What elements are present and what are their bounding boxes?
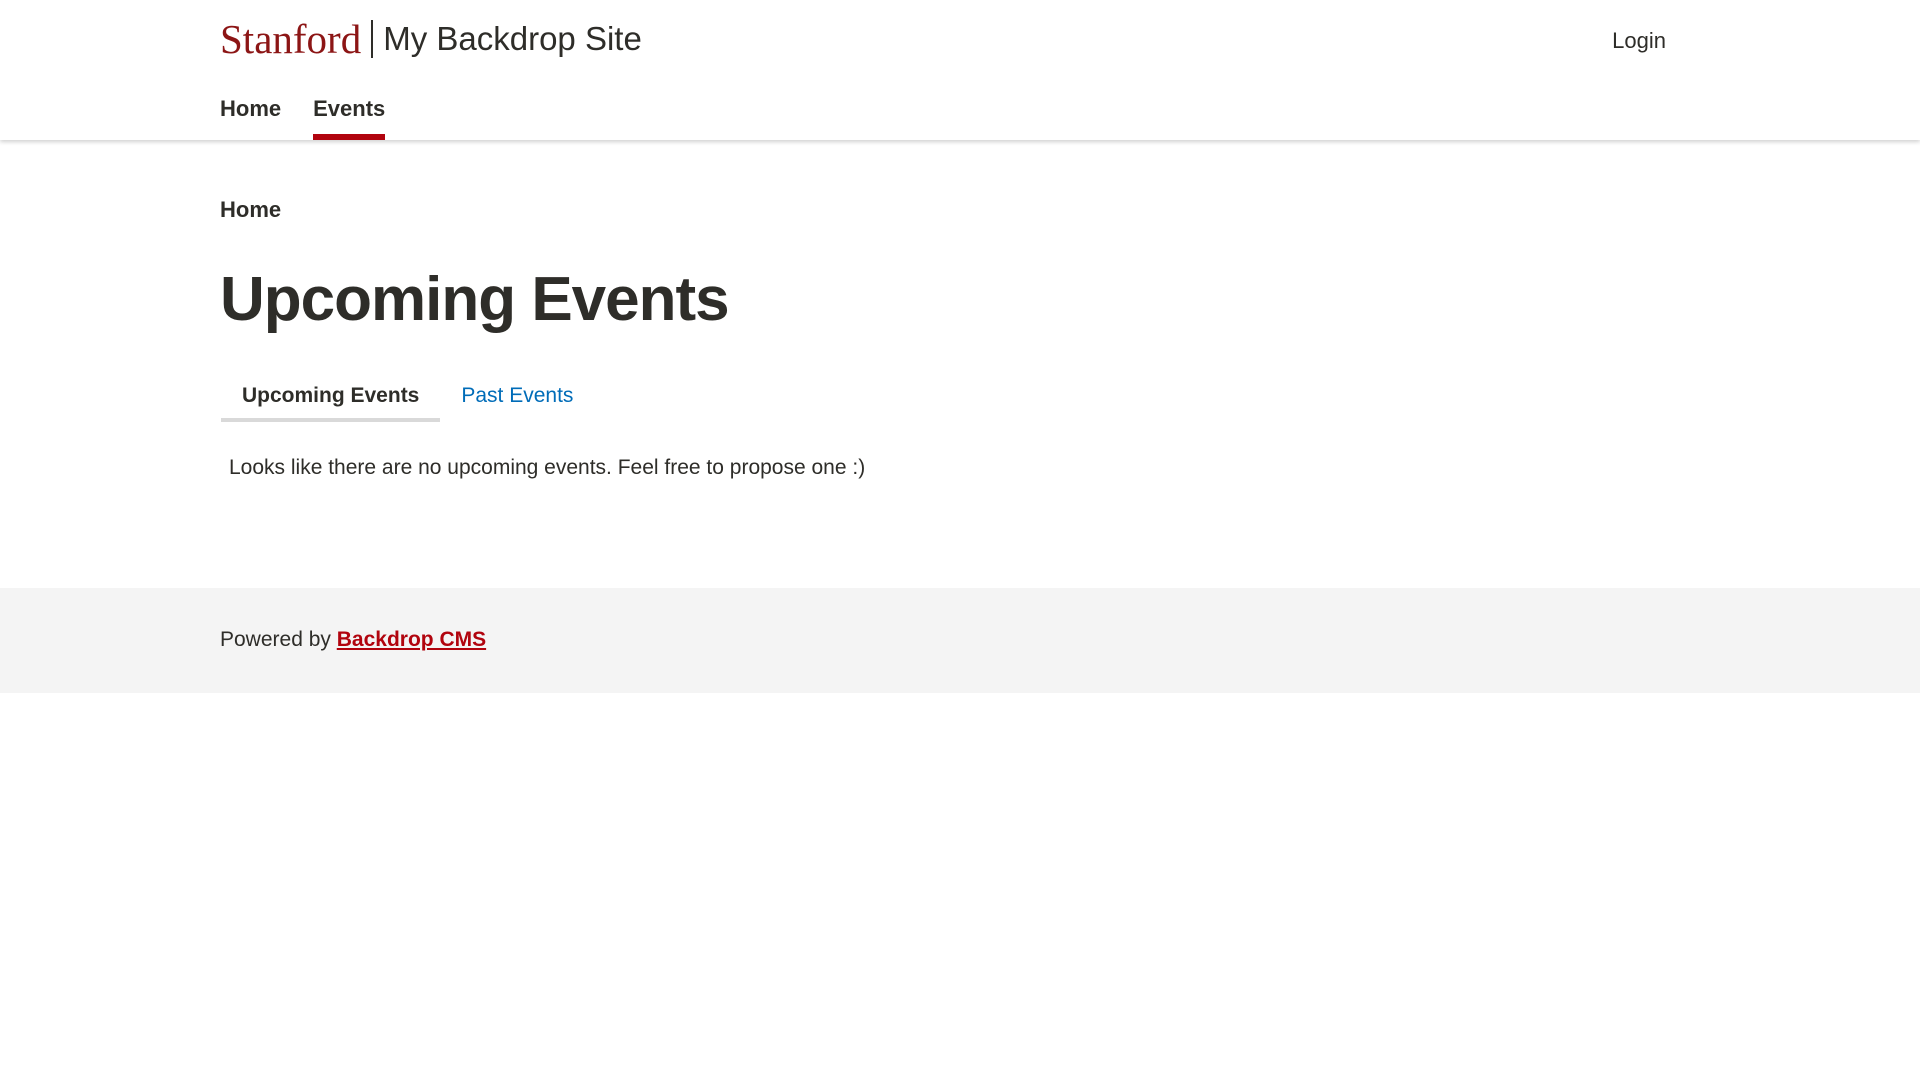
stanford-logo: Stanford bbox=[220, 16, 362, 62]
login-link[interactable]: Login bbox=[1612, 28, 1666, 54]
empty-events-message: Looks like there are no upcoming events.… bbox=[229, 456, 866, 479]
event-tabs: Upcoming Events Past Events bbox=[221, 374, 594, 422]
nav-item-events[interactable]: Events bbox=[313, 92, 386, 140]
tab-past-events[interactable]: Past Events bbox=[440, 374, 594, 418]
main-content: Home Upcoming Events Upcoming Events Pas… bbox=[0, 140, 1920, 588]
powered-by-label: Powered by bbox=[220, 628, 331, 651]
page-title: Upcoming Events bbox=[220, 265, 730, 334]
site-header: Stanford My Backdrop Site Login Home Eve… bbox=[0, 0, 1920, 140]
main-navigation: Home Events bbox=[220, 92, 417, 140]
breadcrumb-home[interactable]: Home bbox=[220, 197, 281, 223]
site-footer: Powered by Backdrop CMS bbox=[0, 588, 1920, 693]
footer-text: Powered by Backdrop CMS bbox=[220, 628, 486, 652]
backdrop-cms-link[interactable]: Backdrop CMS bbox=[337, 628, 486, 651]
site-branding-link[interactable]: Stanford My Backdrop Site bbox=[220, 16, 642, 62]
nav-item-home[interactable]: Home bbox=[220, 92, 281, 140]
tab-upcoming-events[interactable]: Upcoming Events bbox=[221, 374, 441, 422]
logo-divider bbox=[371, 20, 374, 58]
site-name: My Backdrop Site bbox=[383, 20, 642, 57]
